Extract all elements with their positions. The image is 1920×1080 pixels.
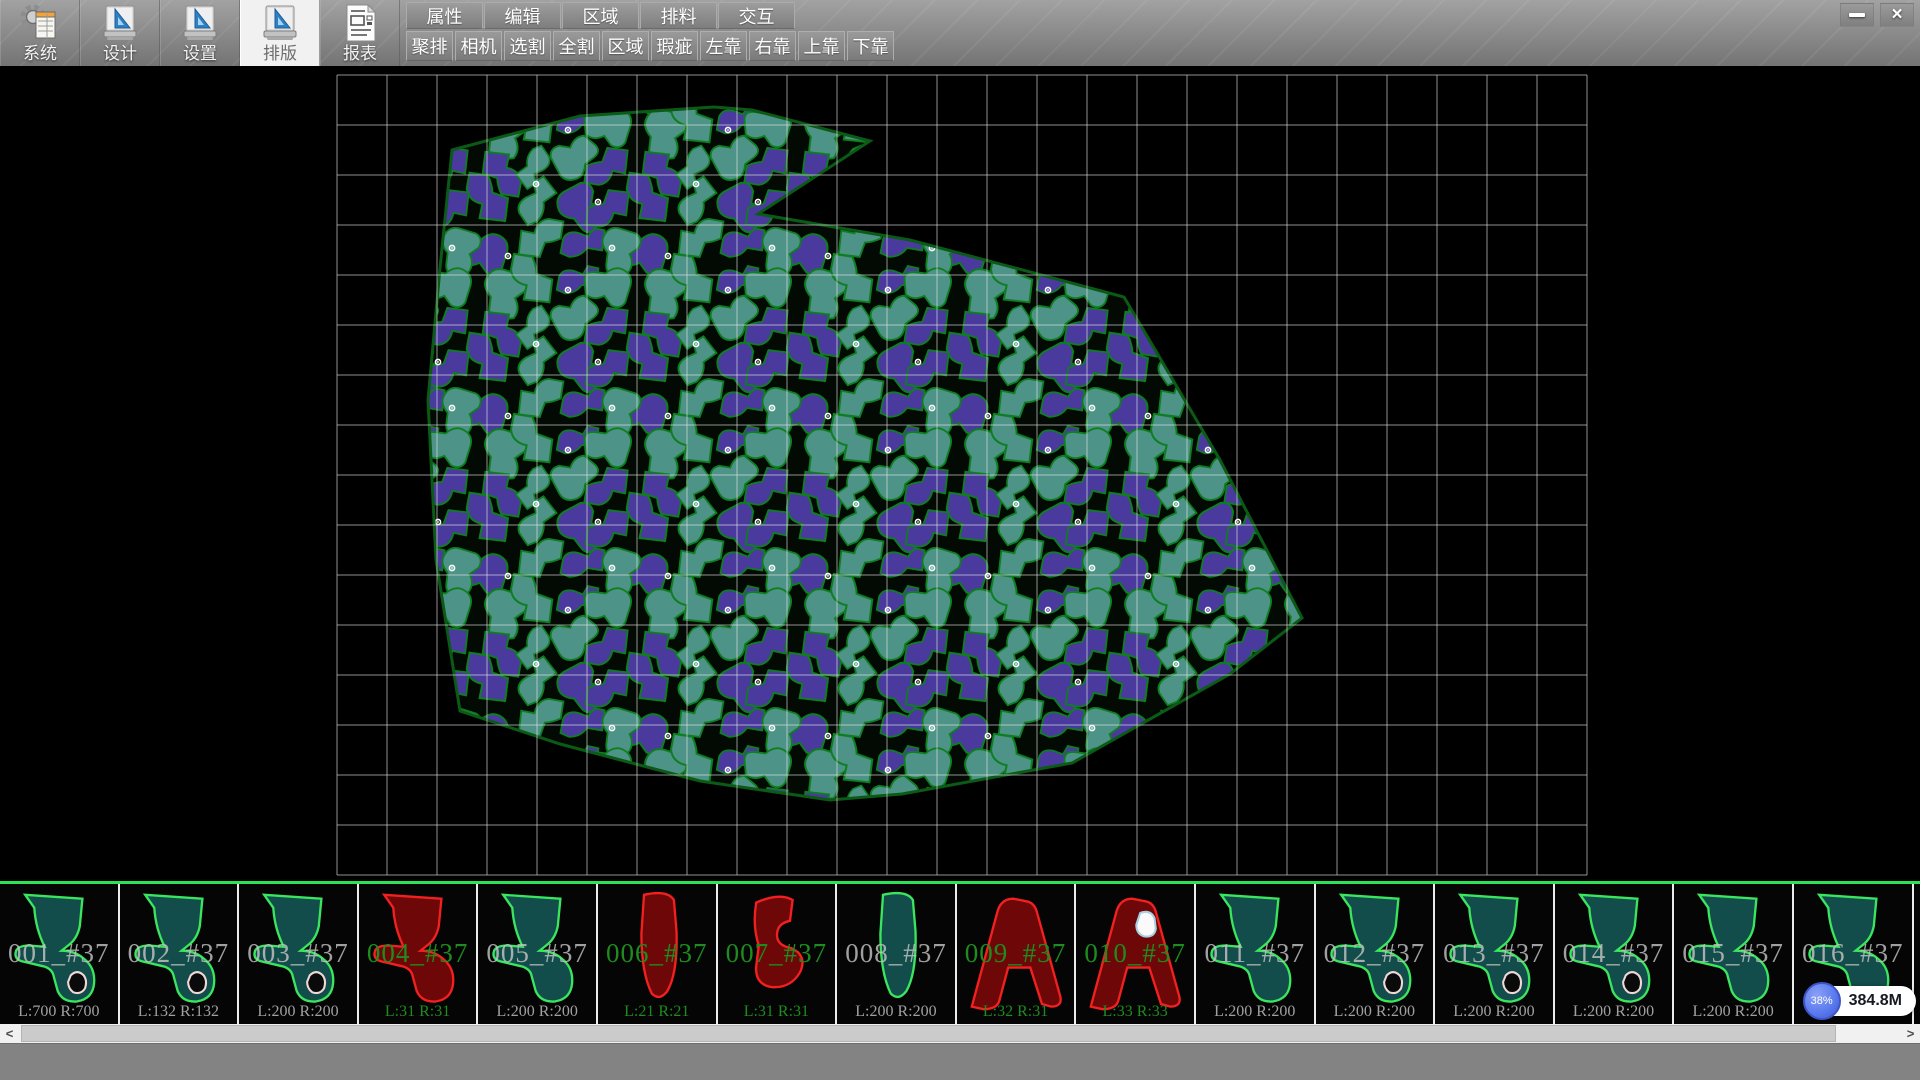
scrollbar-thumb[interactable] xyxy=(21,1025,1836,1042)
nesting-ruler-icon xyxy=(258,2,302,44)
tool-button-10[interactable]: 下靠 xyxy=(847,31,894,61)
piece-thumbnail-13[interactable]: 013_#37L:200 R:200 xyxy=(1435,884,1555,1024)
tool-button-6[interactable]: 瑕疵 xyxy=(651,31,698,61)
design-ruler-icon xyxy=(98,2,142,44)
piece-shape-icon xyxy=(1442,889,1546,1015)
memory-value: 384.8M xyxy=(1849,992,1902,1010)
close-icon: × xyxy=(1891,4,1902,26)
tool-button-3[interactable]: 选割 xyxy=(504,31,551,61)
tool-button-1[interactable]: 聚排 xyxy=(406,31,453,61)
piece-shape-icon xyxy=(7,889,111,1015)
nesting-canvas[interactable] xyxy=(0,66,1920,881)
piece-shape-icon xyxy=(605,889,709,1015)
piece-thumbnail-6[interactable]: 006_#37L:21 R:21 xyxy=(598,884,718,1024)
piece-thumbnail-11[interactable]: 011_#37L:200 R:200 xyxy=(1196,884,1316,1024)
piece-shape-icon xyxy=(725,889,829,1015)
piece-shape-icon xyxy=(964,889,1068,1015)
tool-button-8[interactable]: 右靠 xyxy=(749,31,796,61)
piece-thumbnail-15[interactable]: 015_#37L:200 R:200 xyxy=(1674,884,1794,1024)
piece-shape-icon xyxy=(485,889,589,1015)
piece-thumbnail-1[interactable]: 001_#37L:700 R:700 xyxy=(0,884,120,1024)
piece-thumbnail-10[interactable]: 010_#37L:33 R:33 xyxy=(1076,884,1196,1024)
menu-rows: 属性编辑区域排料交互 聚排相机选割全割区域瑕疵左靠右靠上靠下靠 xyxy=(406,0,896,61)
scroll-right-button[interactable]: > xyxy=(1901,1024,1920,1043)
piece-shape-icon xyxy=(246,889,350,1015)
nesting-canvas-svg xyxy=(0,66,1920,881)
piece-id-label: 0 xyxy=(1914,938,1920,969)
leather-hide-nested[interactable] xyxy=(428,107,1302,800)
scroll-left-button[interactable]: < xyxy=(0,1024,19,1043)
menu-item-1[interactable]: 属性 xyxy=(406,2,483,29)
piece-thumbnail-2[interactable]: 002_#37L:132 R:132 xyxy=(120,884,240,1024)
progress-percent-badge: 38% xyxy=(1803,982,1841,1020)
minimize-icon xyxy=(1849,13,1865,17)
menu-bar: 属性编辑区域排料交互 xyxy=(406,2,896,29)
piece-thumbnail-4[interactable]: 004_#37L:31 R:31 xyxy=(359,884,479,1024)
toolbar: 系统设计设置排版报表 属性编辑区域排料交互 聚排相机选割全割区域瑕疵左靠右靠上靠… xyxy=(0,0,1920,66)
system-gear-icon xyxy=(18,2,62,44)
menu-item-4[interactable]: 排料 xyxy=(640,2,717,29)
piece-thumbnail-8[interactable]: 008_#37L:200 R:200 xyxy=(837,884,957,1024)
piece-shape-icon xyxy=(1203,889,1307,1015)
main-button-label: 设计 xyxy=(103,44,137,64)
piece-shape-icon xyxy=(1562,889,1666,1015)
main-button-report-document[interactable]: 报表 xyxy=(320,0,400,66)
piece-thumbnail-14[interactable]: 014_#37L:200 R:200 xyxy=(1555,884,1675,1024)
piece-thumbnail-7[interactable]: 007_#37L:31 R:31 xyxy=(718,884,838,1024)
piece-shape-icon xyxy=(844,889,948,1015)
piece-shape-icon xyxy=(1323,889,1427,1015)
tool-button-7[interactable]: 左靠 xyxy=(700,31,747,61)
piece-thumbnail-9[interactable]: 009_#37L:32 R:31 xyxy=(957,884,1077,1024)
piece-shape-icon xyxy=(127,889,231,1015)
menu-item-3[interactable]: 区域 xyxy=(562,2,639,29)
application-window: 系统设计设置排版报表 属性编辑区域排料交互 聚排相机选割全割区域瑕疵左靠右靠上靠… xyxy=(0,0,1920,1080)
horizontal-scrollbar: < > xyxy=(0,1024,1920,1043)
piece-filmstrip: 001_#37L:700 R:700002_#37L:132 R:132003_… xyxy=(0,881,1920,1024)
close-button[interactable]: × xyxy=(1880,3,1914,27)
status-bar xyxy=(0,1043,1920,1080)
tool-button-5[interactable]: 区域 xyxy=(602,31,649,61)
settings-ruler-icon xyxy=(178,2,222,44)
main-button-design-ruler[interactable]: 设计 xyxy=(80,0,160,66)
menu-item-5[interactable]: 交互 xyxy=(718,2,795,29)
piece-shape-icon xyxy=(1083,889,1187,1015)
main-button-system-gear[interactable]: 系统 xyxy=(0,0,80,66)
tool-button-4[interactable]: 全割 xyxy=(553,31,600,61)
memory-usage-badge: 38% 384.8M xyxy=(1805,986,1916,1016)
piece-thumbnail-5[interactable]: 005_#37L:200 R:200 xyxy=(478,884,598,1024)
main-button-label: 设置 xyxy=(183,44,217,64)
main-button-nesting-ruler[interactable]: 排版 xyxy=(240,0,320,66)
main-button-settings-ruler[interactable]: 设置 xyxy=(160,0,240,66)
tool-button-9[interactable]: 上靠 xyxy=(798,31,845,61)
piece-thumbnail-3[interactable]: 003_#37L:200 R:200 xyxy=(239,884,359,1024)
piece-shape-icon xyxy=(1681,889,1785,1015)
window-controls: × xyxy=(1840,3,1914,27)
main-button-label: 排版 xyxy=(263,44,297,64)
tool-button-2[interactable]: 相机 xyxy=(455,31,502,61)
menu-item-2[interactable]: 编辑 xyxy=(484,2,561,29)
report-document-icon xyxy=(338,2,382,44)
main-button-group: 系统 设计 设置 排版 报表 xyxy=(0,0,400,66)
piece-shape-icon xyxy=(366,889,470,1015)
tool-bar: 聚排相机选割全割区域瑕疵左靠右靠上靠下靠 xyxy=(406,31,896,61)
piece-thumbnail-12[interactable]: 012_#37L:200 R:200 xyxy=(1316,884,1436,1024)
main-button-label: 系统 xyxy=(23,44,57,64)
main-button-label: 报表 xyxy=(343,44,377,64)
minimize-button[interactable] xyxy=(1840,3,1874,27)
